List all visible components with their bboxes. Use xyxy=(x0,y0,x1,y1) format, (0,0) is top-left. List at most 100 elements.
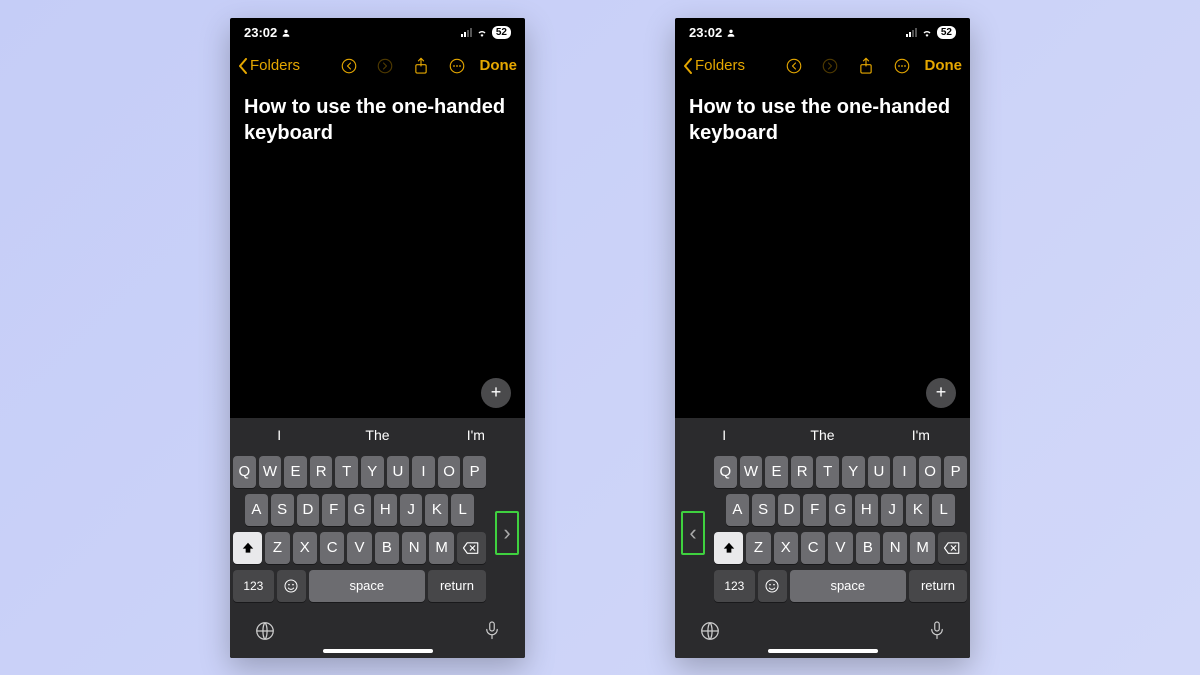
mic-icon[interactable] xyxy=(928,620,946,642)
numbers-key[interactable]: 123 xyxy=(233,570,274,602)
globe-icon[interactable] xyxy=(699,620,721,642)
key-x[interactable]: X xyxy=(774,532,798,564)
key-o[interactable]: O xyxy=(919,456,942,488)
share-icon[interactable] xyxy=(412,57,430,75)
key-i[interactable]: I xyxy=(893,456,916,488)
key-p[interactable]: P xyxy=(463,456,486,488)
key-z[interactable]: Z xyxy=(265,532,289,564)
key-i[interactable]: I xyxy=(412,456,435,488)
key-v[interactable]: V xyxy=(347,532,371,564)
key-h[interactable]: H xyxy=(374,494,397,526)
back-label: Folders xyxy=(250,57,300,74)
backspace-key[interactable] xyxy=(457,532,486,564)
shift-key[interactable] xyxy=(233,532,262,564)
undo-icon[interactable] xyxy=(785,57,803,75)
return-key[interactable]: return xyxy=(909,570,967,602)
key-m[interactable]: M xyxy=(910,532,934,564)
add-button[interactable]: + xyxy=(481,378,511,408)
mic-icon[interactable] xyxy=(483,620,501,642)
key-q[interactable]: Q xyxy=(714,456,737,488)
key-g[interactable]: G xyxy=(348,494,371,526)
key-j[interactable]: J xyxy=(400,494,423,526)
undo-icon[interactable] xyxy=(340,57,358,75)
emoji-key[interactable] xyxy=(758,570,787,602)
key-l[interactable]: L xyxy=(932,494,955,526)
key-o[interactable]: O xyxy=(438,456,461,488)
redo-icon xyxy=(821,57,839,75)
share-icon[interactable] xyxy=(857,57,875,75)
return-key[interactable]: return xyxy=(428,570,486,602)
more-icon[interactable] xyxy=(448,57,466,75)
key-d[interactable]: D xyxy=(297,494,320,526)
key-e[interactable]: E xyxy=(765,456,788,488)
done-button[interactable]: Done xyxy=(925,57,963,74)
home-indicator[interactable] xyxy=(675,644,970,658)
done-button[interactable]: Done xyxy=(480,57,518,74)
key-w[interactable]: W xyxy=(740,456,763,488)
note-body[interactable]: How to use the one-handed keyboard + xyxy=(230,84,525,418)
globe-icon[interactable] xyxy=(254,620,276,642)
key-y[interactable]: Y xyxy=(361,456,384,488)
key-e[interactable]: E xyxy=(284,456,307,488)
profile-icon xyxy=(281,28,291,38)
key-z[interactable]: Z xyxy=(746,532,770,564)
space-key[interactable]: space xyxy=(790,570,906,602)
nav-bar: Folders Done xyxy=(675,48,970,84)
suggestion-3[interactable]: I'm xyxy=(872,427,970,443)
emoji-key[interactable] xyxy=(277,570,306,602)
numbers-key[interactable]: 123 xyxy=(714,570,755,602)
home-indicator[interactable] xyxy=(230,644,525,658)
key-r[interactable]: R xyxy=(310,456,333,488)
key-t[interactable]: T xyxy=(335,456,358,488)
key-j[interactable]: J xyxy=(881,494,904,526)
expand-handle-right[interactable]: › xyxy=(489,480,525,586)
key-a[interactable]: A xyxy=(726,494,749,526)
key-k[interactable]: K xyxy=(425,494,448,526)
key-w[interactable]: W xyxy=(259,456,282,488)
key-s[interactable]: S xyxy=(271,494,294,526)
key-u[interactable]: U xyxy=(868,456,891,488)
key-g[interactable]: G xyxy=(829,494,852,526)
clock: 23:02 xyxy=(689,25,722,40)
key-c[interactable]: C xyxy=(320,532,344,564)
key-b[interactable]: B xyxy=(856,532,880,564)
key-u[interactable]: U xyxy=(387,456,410,488)
key-f[interactable]: F xyxy=(322,494,345,526)
key-f[interactable]: F xyxy=(803,494,826,526)
space-key[interactable]: space xyxy=(309,570,425,602)
suggestion-bar: I The I'm xyxy=(230,418,525,452)
key-p[interactable]: P xyxy=(944,456,967,488)
key-t[interactable]: T xyxy=(816,456,839,488)
key-k[interactable]: K xyxy=(906,494,929,526)
key-h[interactable]: H xyxy=(855,494,878,526)
suggestion-1[interactable]: I xyxy=(675,427,773,443)
suggestion-2[interactable]: The xyxy=(773,427,871,443)
expand-handle-left[interactable]: ‹ xyxy=(675,480,711,586)
key-d[interactable]: D xyxy=(778,494,801,526)
add-button[interactable]: + xyxy=(926,378,956,408)
key-n[interactable]: N xyxy=(402,532,426,564)
more-icon[interactable] xyxy=(893,57,911,75)
suggestion-1[interactable]: I xyxy=(230,427,328,443)
key-y[interactable]: Y xyxy=(842,456,865,488)
key-s[interactable]: S xyxy=(752,494,775,526)
key-q[interactable]: Q xyxy=(233,456,256,488)
suggestion-2[interactable]: The xyxy=(328,427,426,443)
key-l[interactable]: L xyxy=(451,494,474,526)
note-body[interactable]: How to use the one-handed keyboard + xyxy=(675,84,970,418)
back-button[interactable]: Folders xyxy=(683,57,745,74)
chevron-right-icon: › xyxy=(503,520,510,546)
redo-icon xyxy=(376,57,394,75)
backspace-key[interactable] xyxy=(938,532,967,564)
back-button[interactable]: Folders xyxy=(238,57,300,74)
key-a[interactable]: A xyxy=(245,494,268,526)
key-b[interactable]: B xyxy=(375,532,399,564)
key-m[interactable]: M xyxy=(429,532,453,564)
key-n[interactable]: N xyxy=(883,532,907,564)
key-v[interactable]: V xyxy=(828,532,852,564)
shift-key[interactable] xyxy=(714,532,743,564)
key-x[interactable]: X xyxy=(293,532,317,564)
suggestion-3[interactable]: I'm xyxy=(427,427,525,443)
key-c[interactable]: C xyxy=(801,532,825,564)
key-r[interactable]: R xyxy=(791,456,814,488)
